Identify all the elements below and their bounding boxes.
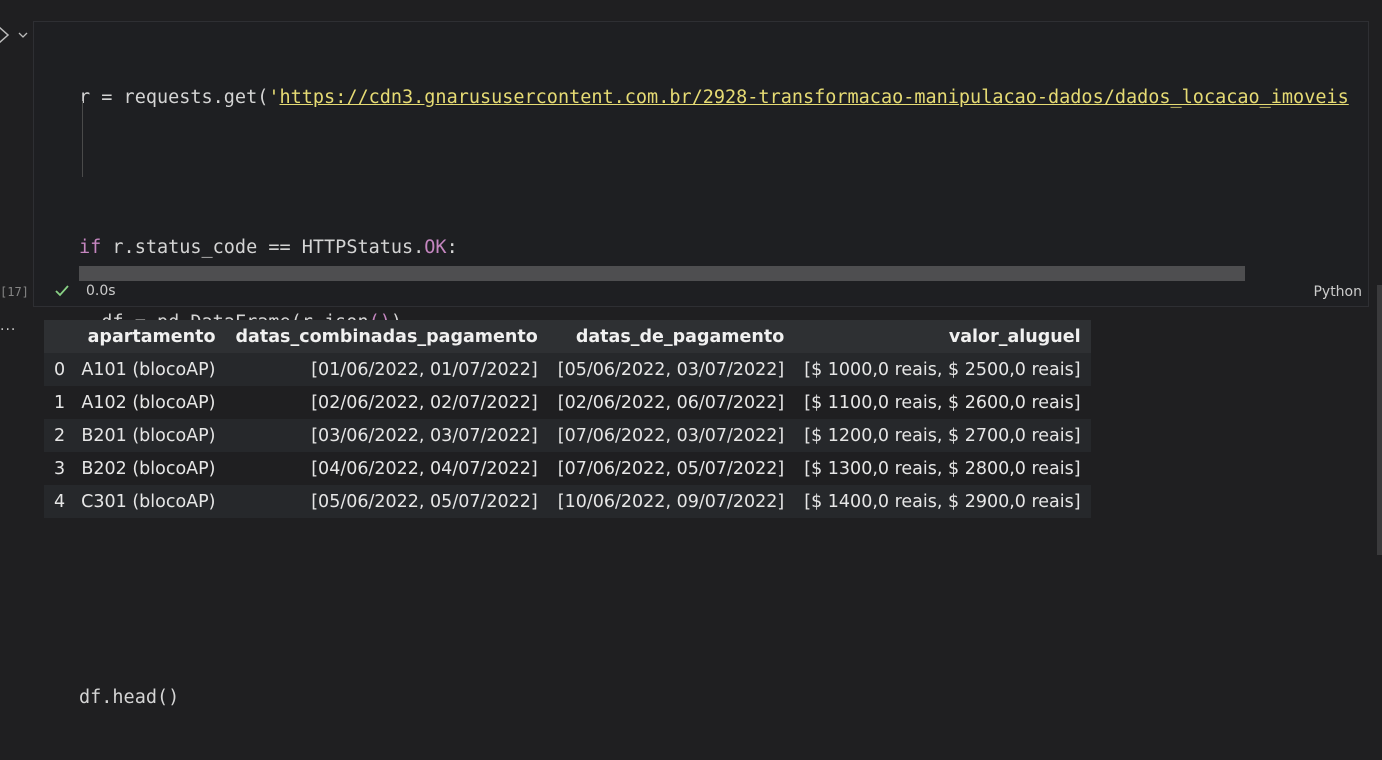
table-row: 2 B201 (blocoAP) [03/06/2022, 03/07/2022… (44, 419, 1091, 452)
chevron-down-icon[interactable] (18, 30, 28, 40)
table-cell: [04/06/2022, 04/07/2022] (311, 458, 538, 479)
check-icon (55, 285, 69, 297)
play-icon[interactable] (0, 26, 10, 44)
column-header-index (44, 320, 71, 353)
row-index: 3 (54, 458, 66, 479)
table-cell: [$ 1400,0 reais, $ 2900,0 reais] (804, 491, 1081, 512)
row-index: 1 (54, 392, 66, 413)
code-text: : (446, 237, 458, 258)
table-cell: C301 (blocoAP) (81, 491, 216, 512)
table-cell: [10/06/2022, 09/07/2022] (557, 491, 785, 512)
execution-count: [17] (0, 285, 29, 299)
table-cell: [05/06/2022, 03/07/2022] (557, 359, 785, 380)
cell-status: 0.0s (54, 283, 116, 299)
table-cell: [02/06/2022, 02/07/2022] (311, 392, 538, 413)
table-cell: [07/06/2022, 05/07/2022] (557, 458, 785, 479)
output-more-button[interactable]: ... (0, 318, 16, 334)
table-cell: [03/06/2022, 03/07/2022] (311, 425, 538, 446)
string-quote: ' (268, 87, 280, 108)
code-line-if: if r.status_code == HTTPStatus.OK: (79, 235, 1349, 260)
table-cell: [$ 1300,0 reais, $ 2800,0 reais] (804, 458, 1081, 479)
table-cell: [02/06/2022, 06/07/2022] (557, 392, 785, 413)
if-keyword: if (79, 237, 102, 258)
row-index: 4 (54, 491, 66, 512)
table-row: 4 C301 (blocoAP) [05/06/2022, 05/07/2022… (44, 485, 1091, 518)
indent-guide (82, 101, 83, 177)
language-indicator[interactable]: Python (1313, 284, 1362, 300)
code-text: df.head() (79, 687, 180, 708)
table-row: 0 A101 (blocoAP) [01/06/2022, 01/07/2022… (44, 353, 1091, 386)
column-header: valor_aluguel (948, 326, 1081, 347)
table-cell: A101 (blocoAP) (81, 359, 216, 380)
ok-constant: OK (424, 237, 447, 258)
code-text: r = requests.get( (79, 87, 269, 108)
table-cell: A102 (blocoAP) (81, 392, 216, 413)
row-index: 0 (54, 359, 66, 380)
table-cell: [$ 1100,0 reais, $ 2600,0 reais] (804, 392, 1081, 413)
code-cell[interactable]: r = requests.get('https://cdn3.gnarususe… (33, 21, 1369, 708)
table-cell: B202 (blocoAP) (81, 458, 216, 479)
table-row: 1 A102 (blocoAP) [02/06/2022, 02/07/2022… (44, 386, 1091, 419)
table-cell: [07/06/2022, 03/07/2022] (557, 425, 785, 446)
run-controls (0, 24, 34, 46)
dataframe-output: apartamento datas_combinadas_pagamento d… (44, 320, 1091, 518)
table-cell: [05/06/2022, 05/07/2022] (311, 491, 538, 512)
table-row: 3 B202 (blocoAP) [04/06/2022, 04/07/2022… (44, 452, 1091, 485)
column-header: datas_de_pagamento (575, 326, 785, 347)
code-line-1: r = requests.get('https://cdn3.gnarususe… (79, 85, 1349, 110)
column-header: datas_combinadas_pagamento (235, 326, 538, 347)
table-cell: [$ 1200,0 reais, $ 2700,0 reais] (804, 425, 1081, 446)
table-cell: [$ 1000,0 reais, $ 2500,0 reais] (804, 359, 1081, 380)
column-header: apartamento (87, 326, 216, 347)
code-text: r.status_code == HTTPStatus. (101, 237, 425, 258)
url-link[interactable]: https://cdn3.gnarususercontent.com.br/29… (280, 87, 1349, 108)
code-line-head: df.head() (79, 685, 1349, 710)
table-cell: B201 (blocoAP) (81, 425, 216, 446)
row-index: 2 (54, 425, 66, 446)
vertical-scrollbar[interactable] (1377, 285, 1382, 555)
table-cell: [01/06/2022, 01/07/2022] (311, 359, 538, 380)
table-header-row: apartamento datas_combinadas_pagamento d… (44, 320, 1091, 353)
execution-duration: 0.0s (86, 283, 116, 299)
horizontal-scrollbar[interactable] (79, 266, 1245, 281)
